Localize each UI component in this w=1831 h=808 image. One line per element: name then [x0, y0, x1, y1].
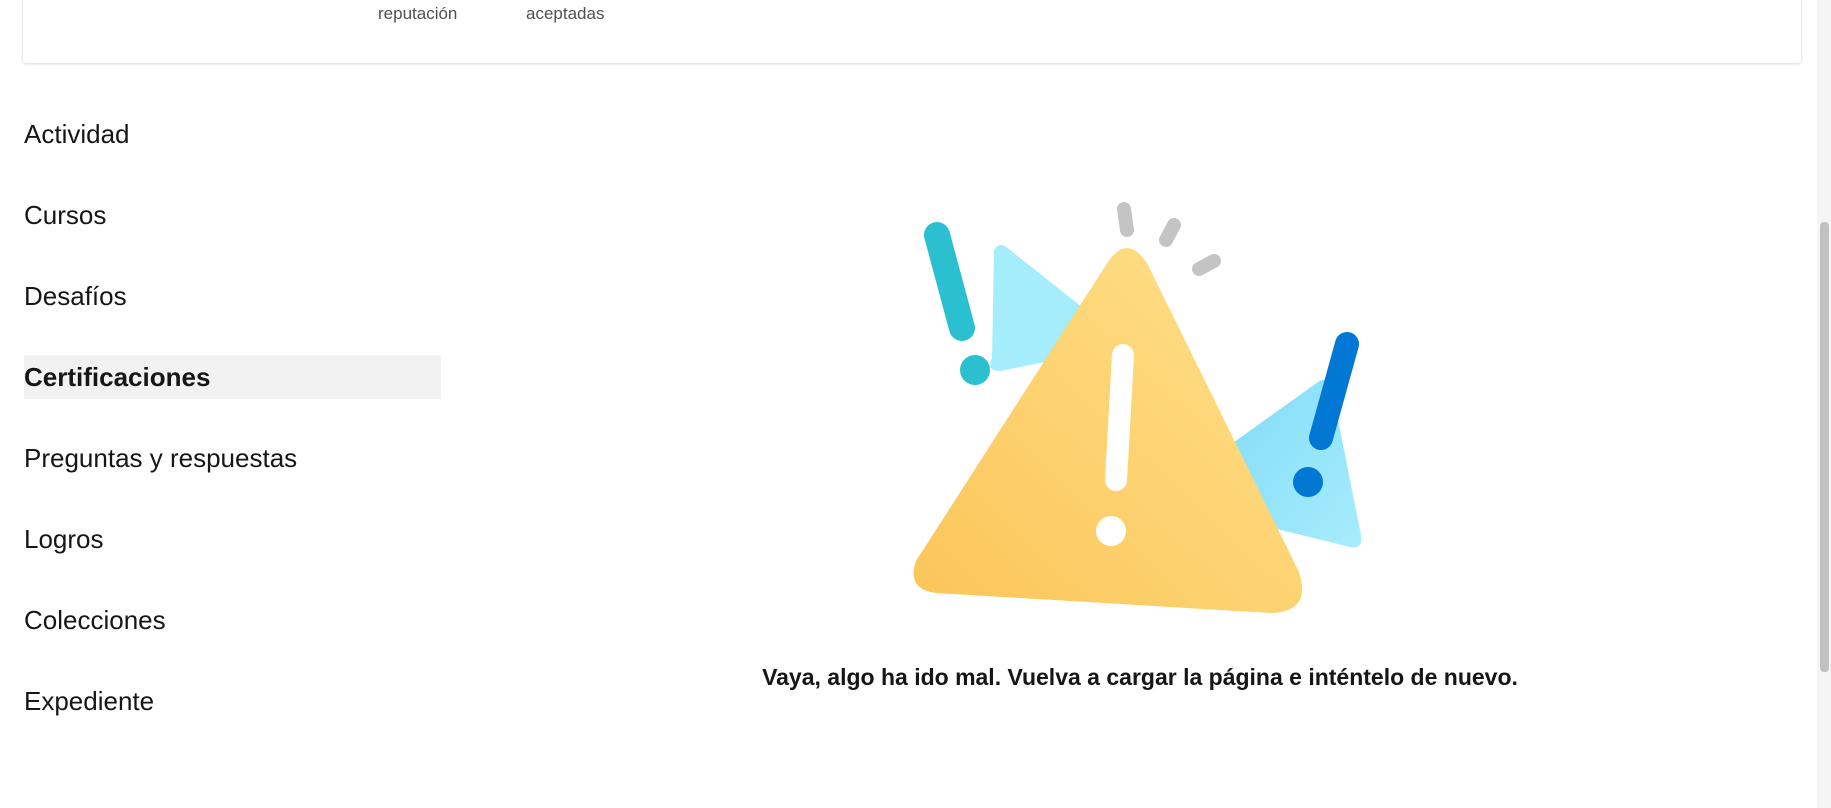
nav-item-preguntas-respuestas[interactable]: Preguntas y respuestas — [24, 436, 441, 480]
stats-card: reputación aceptadas — [23, 0, 1801, 63]
nav-item-actividad[interactable]: Actividad — [24, 112, 441, 156]
right-exclamation-bar — [1309, 332, 1359, 450]
nav-item-cursos[interactable]: Cursos — [24, 193, 441, 237]
burst-mark-3 — [1192, 254, 1221, 276]
nav-item-colecciones[interactable]: Colecciones — [24, 598, 441, 642]
nav-item-desafios[interactable]: Desafíos — [24, 274, 441, 318]
main-exclamation-bar — [1105, 344, 1134, 491]
burst-mark-1 — [1117, 202, 1134, 237]
nav-item-expediente[interactable]: Expediente — [24, 679, 441, 723]
left-exclamation-dot — [960, 355, 990, 385]
nav-item-logros[interactable]: Logros — [24, 517, 441, 561]
stat-label-reputation: reputación — [378, 4, 458, 23]
burst-mark-2 — [1159, 218, 1181, 247]
nav-item-certificaciones[interactable]: Certificaciones — [24, 355, 441, 399]
warning-triangle-icon — [913, 202, 1362, 613]
error-message: Vaya, algo ha ido mal. Vuelva a cargar l… — [762, 664, 1518, 690]
stat-label-accepted: aceptadas — [526, 4, 605, 23]
main-exclamation-dot — [1096, 516, 1126, 546]
profile-nav: Actividad Cursos Desafíos Certificacione… — [24, 112, 441, 760]
scrollbar-thumb[interactable] — [1820, 222, 1829, 672]
profile-page: reputación aceptadas Actividad Cursos De… — [0, 0, 1831, 808]
left-exclamation-bar — [924, 222, 975, 341]
right-exclamation-dot — [1293, 467, 1323, 497]
